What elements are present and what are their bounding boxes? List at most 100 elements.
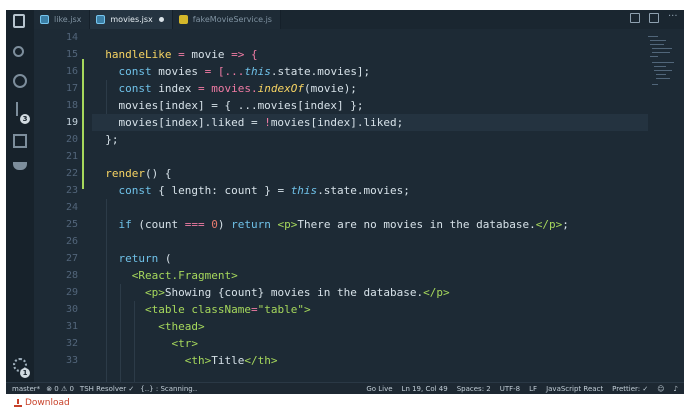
code-token: === xyxy=(184,218,212,231)
line-number: 33 xyxy=(65,355,78,366)
code-token: <p> xyxy=(92,286,165,299)
bell-icon[interactable]: ♪ xyxy=(674,385,678,393)
code-line: <p>Showing {count} movies in the databas… xyxy=(92,284,450,301)
code-token: </p> xyxy=(535,218,563,231)
line-number: 14 xyxy=(65,32,78,43)
code-token: movies[index].liked; xyxy=(270,116,404,129)
language-mode[interactable]: JavaScript React xyxy=(546,385,603,393)
open-changes-icon[interactable] xyxy=(630,13,640,23)
smiley-feedback-icon[interactable]: ☺ xyxy=(657,385,664,393)
debug-icon[interactable] xyxy=(13,74,27,88)
code-line: movies[index].liked = !movies[index].lik… xyxy=(92,114,403,131)
line-number: 22 xyxy=(65,168,78,179)
code-token: </th> xyxy=(244,354,278,367)
code-token: ( xyxy=(164,252,172,265)
code-token: </p> xyxy=(423,286,450,299)
unsaved-dot-icon[interactable] xyxy=(158,17,164,22)
code-token: movies xyxy=(158,65,198,78)
line-number: 28 xyxy=(65,270,78,281)
line-number: 18 xyxy=(65,100,78,111)
code-line: if (count === 0) return <p>There are no … xyxy=(92,216,569,233)
line-number: 17 xyxy=(65,83,78,94)
code-token: Title xyxy=(211,354,245,367)
extensions-icon[interactable] xyxy=(13,134,27,148)
minimap[interactable] xyxy=(646,34,674,94)
code-line: const index = movies.indexOf(movie); xyxy=(92,80,356,97)
code-token: this xyxy=(290,184,318,197)
code-token: "table" xyxy=(257,303,304,316)
code-token: = [... xyxy=(197,65,245,78)
code-token: 0 xyxy=(211,218,218,231)
scanning-indicator: {..} : Scanning.. xyxy=(140,384,198,393)
code-token: .state.movies; xyxy=(317,184,410,197)
tab-movies[interactable]: movies.jsx xyxy=(90,10,173,29)
code-line: return ( xyxy=(92,250,171,267)
code-token: return xyxy=(92,252,165,265)
code-line: const movies = [...this.state.movies]; xyxy=(92,63,370,80)
split-editor-icon[interactable] xyxy=(649,13,659,23)
code-token: Showing {count} movies in the database. xyxy=(164,286,424,299)
code-token: { length: count } = xyxy=(158,184,291,197)
files-icon[interactable] xyxy=(13,14,25,28)
code-token: className xyxy=(191,303,251,316)
search-icon[interactable] xyxy=(13,46,24,57)
docker-icon[interactable] xyxy=(13,162,27,170)
code-token: (count xyxy=(138,218,185,231)
line-number: 32 xyxy=(65,338,78,349)
more-actions-icon[interactable]: ··· xyxy=(668,12,678,23)
code-token: ! xyxy=(264,116,271,129)
eol-setting[interactable]: LF xyxy=(529,385,537,393)
tab-fake-movie-service[interactable]: fakeMovieService.js xyxy=(172,10,281,29)
encoding-setting[interactable]: UTF-8 xyxy=(500,385,520,393)
branch-indicator[interactable]: master* xyxy=(12,385,40,393)
code-token: const xyxy=(92,184,159,197)
code-line: const { length: count } = this.state.mov… xyxy=(92,182,410,199)
code-token: () { xyxy=(144,167,172,180)
code-token: movies[index] = { ...movies[index] }; xyxy=(92,99,364,112)
status-bar: master* ⊗ 0 ⚠ 0 TSH Resolver ✓ {..} : Sc… xyxy=(6,382,684,394)
line-number: 21 xyxy=(65,151,78,162)
download-label: Download xyxy=(25,398,70,408)
cursor-position[interactable]: Ln 19, Col 49 xyxy=(402,385,448,393)
code-area[interactable]: handleLike = movie => { const movies = [… xyxy=(92,29,652,394)
tab-bar: like.jsx movies.jsx fakeMovieService.js … xyxy=(34,10,684,29)
code-token: ; xyxy=(562,218,569,231)
code-line: <table className="table"> xyxy=(92,301,311,318)
line-number: 20 xyxy=(65,134,78,145)
code-token: => { xyxy=(224,48,258,61)
code-line: handleLike = movie => { xyxy=(92,46,258,63)
code-token: ) xyxy=(217,218,232,231)
code-token: movies[index].liked = xyxy=(92,116,265,129)
tab-like[interactable]: like.jsx xyxy=(34,10,91,29)
code-token: <thead> xyxy=(92,320,205,333)
download-link[interactable]: Download xyxy=(14,398,70,408)
code-token: indexOf xyxy=(257,82,304,95)
code-line: movies[index] = { ...movies[index] }; xyxy=(92,97,364,114)
go-live-button[interactable]: Go Live xyxy=(366,385,392,393)
code-line: <React.Fragment> xyxy=(92,267,238,284)
editor-actions: ··· xyxy=(630,12,678,23)
line-number-gutter: 14 15 16 17 18 19 20 21 22 23 24 25 26 27 28 29 30 31 32 33 xyxy=(34,29,86,382)
code-editor-window: 3 1 like.jsx movies.jsx fakeMovieService… xyxy=(6,10,684,394)
code-token: <tr> xyxy=(92,337,198,350)
tab-label: fakeMovieService.js xyxy=(192,15,272,24)
code-token: index xyxy=(158,82,192,95)
indentation-setting[interactable]: Spaces: 2 xyxy=(457,385,491,393)
line-number: 24 xyxy=(65,202,78,213)
code-line: <th>Title</th> xyxy=(92,352,278,369)
code-token: render xyxy=(92,167,145,180)
prettier-status[interactable]: Prettier: ✓ xyxy=(612,385,648,393)
settings-badge: 1 xyxy=(20,368,30,378)
line-number: 31 xyxy=(65,321,78,332)
tab-label: movies.jsx xyxy=(110,15,153,24)
line-number: 26 xyxy=(65,236,78,247)
line-number: 30 xyxy=(65,304,78,315)
code-token: }; xyxy=(92,133,119,146)
line-number: 15 xyxy=(65,49,78,60)
js-icon xyxy=(178,15,188,24)
line-number: 25 xyxy=(65,219,78,230)
code-token: return xyxy=(231,218,278,231)
code-token: movie xyxy=(191,48,225,61)
resolver-indicator[interactable]: TSH Resolver ✓ xyxy=(80,385,134,393)
problems-indicator[interactable]: ⊗ 0 ⚠ 0 xyxy=(46,385,74,393)
